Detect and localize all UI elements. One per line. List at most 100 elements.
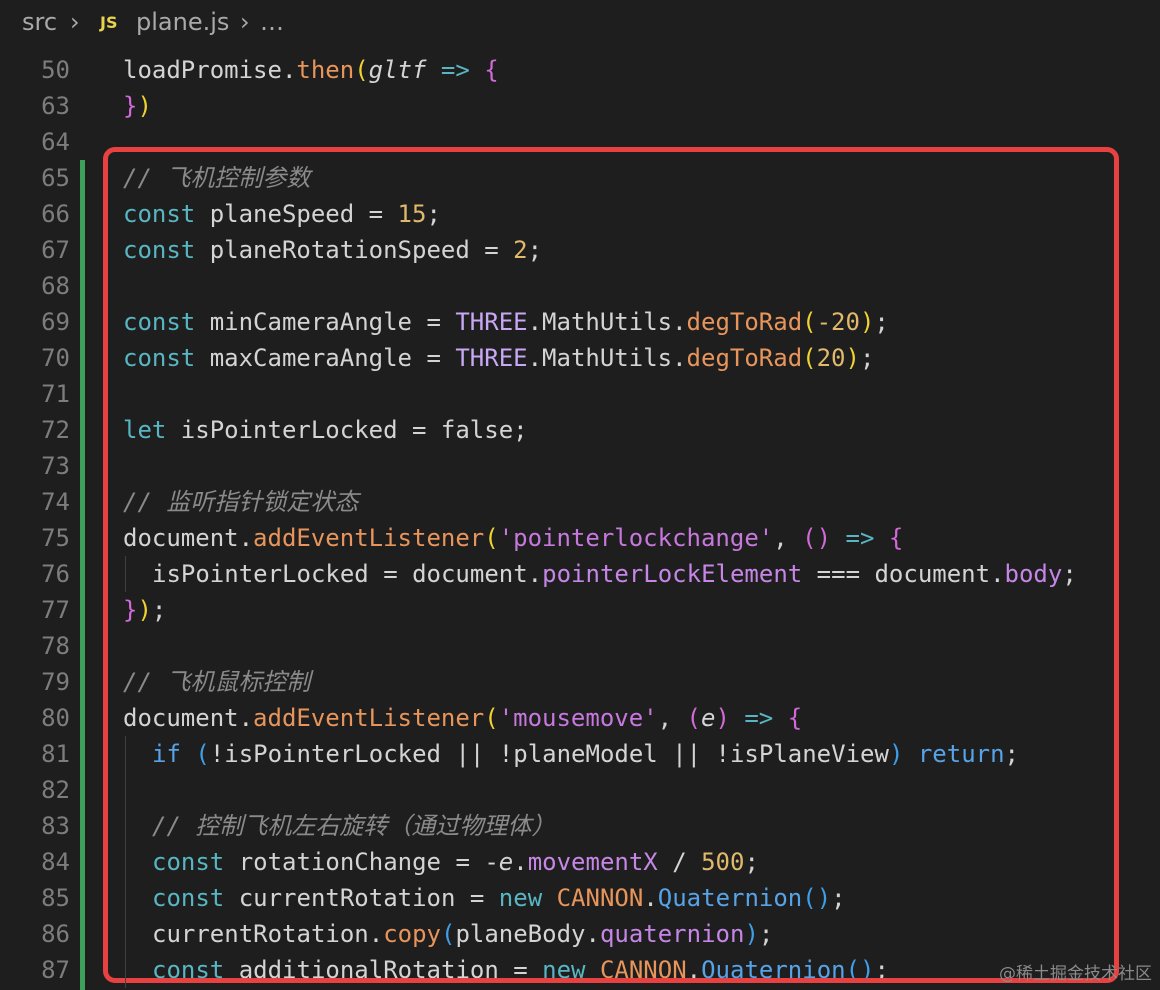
code-token: currentRotation. xyxy=(152,920,384,948)
code-token: , xyxy=(657,704,687,732)
code-token: currentRotation = xyxy=(224,884,499,912)
breadcrumb-folder[interactable]: src xyxy=(22,8,57,36)
breadcrumb: src › JS plane.js › … xyxy=(0,0,1160,48)
code-token: ) xyxy=(137,92,152,120)
code-token: degToRad xyxy=(686,344,803,372)
line-number: 68 xyxy=(41,272,70,300)
code-line[interactable]: document.addEventListener('pointerlockch… xyxy=(123,520,903,556)
line-number: 74 xyxy=(41,488,70,516)
code-token: rotationChange = - xyxy=(224,848,499,876)
code-token: ( xyxy=(484,704,499,732)
code-token: document. xyxy=(123,524,254,552)
code-line[interactable]: const additionalRotation = new CANNON.Qu… xyxy=(123,952,889,988)
code-token: ( xyxy=(802,344,817,372)
code-token: => xyxy=(845,524,875,552)
indent-guide xyxy=(125,556,126,592)
code-token: () xyxy=(802,524,832,552)
line-number: 73 xyxy=(41,452,70,480)
code-line[interactable]: const planeRotationSpeed = 2; xyxy=(123,232,542,268)
code-line[interactable]: let isPointerLocked = false; xyxy=(123,412,528,448)
code-token: addEventListener xyxy=(253,524,485,552)
code-line[interactable]: const planeSpeed = 15; xyxy=(123,196,441,232)
line-number: 64 xyxy=(41,128,70,156)
code-token: if xyxy=(152,740,181,768)
code-token: 'mousemove' xyxy=(498,704,658,732)
code-token: planeBody. xyxy=(455,920,600,948)
breadcrumb-file[interactable]: plane.js xyxy=(136,8,229,36)
code-token: const xyxy=(152,884,225,912)
code-token: // 监听指针锁定状态 xyxy=(123,488,359,516)
line-number: 66 xyxy=(41,200,70,228)
diff-added-indicator xyxy=(80,160,85,990)
code-line[interactable]: document.addEventListener('mousemove', (… xyxy=(123,700,802,736)
code-editor[interactable]: 50 63 64 65 66 67 68 69 70 71 72 73 74 75 76 77 78 79 80 81… xyxy=(0,52,1160,990)
code-line[interactable]: // 控制飞机左右旋转（通过物理体） xyxy=(123,808,555,844)
code-line[interactable]: }); xyxy=(123,592,166,628)
line-number: 82 xyxy=(41,776,70,804)
code-line[interactable]: currentRotation.copy(planeBody.quaternio… xyxy=(123,916,773,952)
code-token: body xyxy=(1004,560,1063,588)
code-token: ; xyxy=(874,308,889,336)
code-token: 2 xyxy=(513,236,528,264)
code-token: 'pointerlockchange' xyxy=(498,524,774,552)
code-token: const xyxy=(123,308,196,336)
code-token: { xyxy=(484,56,499,84)
code-line[interactable]: const minCameraAngle = THREE.MathUtils.d… xyxy=(123,304,889,340)
code-token: . xyxy=(643,884,658,912)
code-line[interactable]: }) xyxy=(123,88,152,124)
code-token: . xyxy=(686,956,702,984)
code-line[interactable]: const rotationChange = -e.movementX / 50… xyxy=(123,844,759,880)
code-line[interactable]: const currentRotation = new CANNON.Quate… xyxy=(123,880,846,916)
code-token: pointerLockElement xyxy=(542,560,803,588)
code-token: THREE xyxy=(455,308,528,336)
code-token: => xyxy=(440,56,470,84)
code-token: ( xyxy=(484,524,499,552)
line-number: 86 xyxy=(41,920,70,948)
code-token: const xyxy=(152,956,225,984)
watermark: @稀土掘金技术社区 xyxy=(999,964,1152,984)
code-line[interactable]: // 飞机鼠标控制 xyxy=(123,664,310,700)
code-token: 15 xyxy=(397,200,427,228)
code-token: isPointerLocked = false; xyxy=(166,416,528,444)
code-token: .MathUtils. xyxy=(527,308,687,336)
line-number: 75 xyxy=(41,524,70,552)
line-number: 83 xyxy=(41,812,70,840)
code-token: ) xyxy=(888,740,904,768)
code-token: ) xyxy=(744,920,759,948)
code-token: Quaternion xyxy=(657,884,803,912)
code-token: / xyxy=(657,848,702,876)
breadcrumb-more[interactable]: … xyxy=(260,8,284,36)
code-token: const xyxy=(123,344,196,372)
code-token: THREE xyxy=(455,344,528,372)
code-token: // 飞机鼠标控制 xyxy=(123,668,311,696)
code-line[interactable]: loadPromise.then(gltf => { xyxy=(123,52,499,88)
code-token: ( xyxy=(195,740,210,768)
line-number: 77 xyxy=(41,596,70,624)
code-line[interactable]: if (!isPointerLocked || !planeModel || !… xyxy=(123,736,1019,772)
breadcrumb-separator: › xyxy=(240,8,250,36)
breadcrumb-separator: › xyxy=(70,8,80,36)
code-token: maxCameraAngle = xyxy=(195,344,456,372)
code-line[interactable]: const maxCameraAngle = THREE.MathUtils.d… xyxy=(123,340,874,376)
line-number: 67 xyxy=(41,236,70,264)
line-number: 80 xyxy=(41,704,70,732)
line-number: 79 xyxy=(41,668,70,696)
code-token: ; xyxy=(527,236,543,264)
code-token: ; xyxy=(874,956,889,984)
code-line[interactable]: // 飞机控制参数 xyxy=(123,160,310,196)
indent-guide xyxy=(125,736,126,988)
code-token: const xyxy=(123,200,196,228)
code-token: planeSpeed = xyxy=(195,200,398,228)
code-line[interactable]: // 监听指针锁定状态 xyxy=(123,484,358,520)
code-line[interactable]: isPointerLocked = document.pointerLockEl… xyxy=(123,556,1077,592)
code-token: movementX xyxy=(527,848,658,876)
code-token: () xyxy=(845,956,875,984)
line-number: 78 xyxy=(41,632,70,660)
